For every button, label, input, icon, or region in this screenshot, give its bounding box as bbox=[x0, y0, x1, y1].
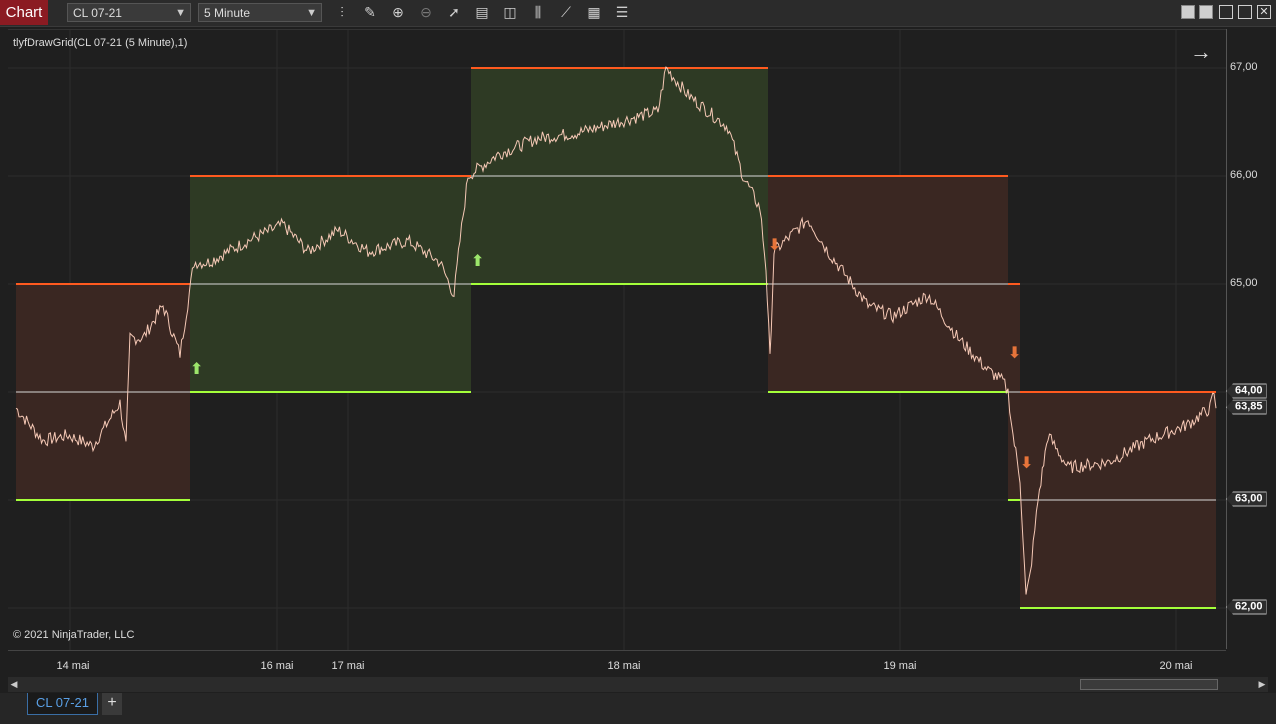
price-axis-label: 67,00 bbox=[1230, 61, 1258, 73]
scroll-right-icon[interactable]: ▶ bbox=[1256, 677, 1268, 692]
price-axis-label: 65,00 bbox=[1230, 277, 1258, 289]
price-axis[interactable] bbox=[1226, 29, 1271, 649]
instrument-value: CL 07-21 bbox=[73, 6, 122, 20]
chart-window-tab[interactable]: Chart bbox=[0, 0, 48, 25]
interval-value: 5 Minute bbox=[204, 6, 251, 20]
interval-selector[interactable]: 5 Minute ▼ bbox=[198, 3, 322, 22]
date-axis: 14 mai 16 mai 17 mai 18 mai 19 mai 20 mai bbox=[8, 650, 1226, 676]
bar-style-icon[interactable]: ⫶ bbox=[332, 3, 352, 22]
properties-icon[interactable]: ◫ bbox=[500, 3, 520, 22]
chevron-down-icon: ▼ bbox=[306, 7, 317, 19]
price-axis-tag: 62,00 bbox=[1226, 599, 1267, 615]
strategies-icon[interactable]: ⟋ bbox=[556, 3, 576, 22]
close-icon[interactable]: ✕ bbox=[1257, 5, 1271, 19]
instrument-selector[interactable]: CL 07-21 ▼ bbox=[67, 3, 191, 22]
drawing-tools-icon[interactable]: ▦ bbox=[584, 3, 604, 22]
date-axis-label: 16 mai bbox=[260, 660, 294, 672]
pointer-icon[interactable]: ➚ bbox=[444, 3, 464, 22]
data-box-icon[interactable]: ▤ bbox=[472, 3, 492, 22]
sell-signal-arrow: ⬇ bbox=[1008, 343, 1021, 362]
chevron-down-icon: ▼ bbox=[175, 7, 186, 19]
tile-window-2-icon[interactable] bbox=[1199, 5, 1213, 19]
tab-cl-07-21[interactable]: CL 07-21 bbox=[27, 693, 98, 715]
sell-signal-arrow: ⬇ bbox=[768, 235, 781, 254]
copyright-text: © 2021 NinjaTrader, LLC bbox=[13, 629, 135, 641]
indicators-icon[interactable]: ⫼ bbox=[528, 3, 548, 22]
bottom-tab-bar: CL 07-21 + bbox=[0, 693, 1276, 724]
scroll-thumb[interactable] bbox=[1080, 679, 1218, 690]
tile-window-icon[interactable] bbox=[1181, 5, 1195, 19]
date-axis-label: 14 mai bbox=[56, 660, 90, 672]
date-axis-label: 17 mai bbox=[331, 660, 365, 672]
pencil-icon[interactable]: ✎ bbox=[360, 3, 380, 22]
price-axis-tag: 63,00 bbox=[1226, 491, 1267, 507]
chart-panel[interactable]: ⬆ ⬆ ⬇ ⬇ ⬇ bbox=[8, 29, 1226, 651]
price-chart: ⬆ ⬆ ⬇ ⬇ ⬇ bbox=[8, 30, 1226, 650]
minimize-icon[interactable] bbox=[1219, 5, 1233, 19]
date-axis-label: 19 mai bbox=[883, 660, 917, 672]
zoom-out-icon[interactable]: ⊖ bbox=[416, 3, 436, 22]
buy-signal-arrow: ⬆ bbox=[190, 359, 203, 378]
date-axis-label: 18 mai bbox=[607, 660, 641, 672]
price-axis-label: 66,00 bbox=[1230, 169, 1258, 181]
scroll-left-icon[interactable]: ◀ bbox=[8, 677, 20, 692]
date-axis-label: 20 mai bbox=[1159, 660, 1193, 672]
maximize-icon[interactable] bbox=[1238, 5, 1252, 19]
arrow-right-icon[interactable]: → bbox=[1190, 40, 1212, 64]
indicator-label: tlyfDrawGrid(CL 07-21 (5 Minute),1) bbox=[13, 37, 188, 49]
buy-signal-arrow: ⬆ bbox=[471, 251, 484, 270]
add-tab-button[interactable]: + bbox=[102, 693, 122, 715]
chart-trader-icon[interactable]: ☰ bbox=[612, 3, 632, 22]
horizontal-scrollbar[interactable]: ◀ ▶ bbox=[8, 677, 1268, 692]
chart-toolbar: Chart CL 07-21 ▼ 5 Minute ▼ ⫶ ✎ ⊕ ⊖ ➚ ▤ … bbox=[0, 0, 1276, 27]
price-axis-tag: 64,00 bbox=[1226, 383, 1267, 399]
price-axis-tag: 63,85 bbox=[1226, 399, 1267, 415]
zoom-in-icon[interactable]: ⊕ bbox=[388, 3, 408, 22]
sell-signal-arrow: ⬇ bbox=[1020, 453, 1033, 472]
